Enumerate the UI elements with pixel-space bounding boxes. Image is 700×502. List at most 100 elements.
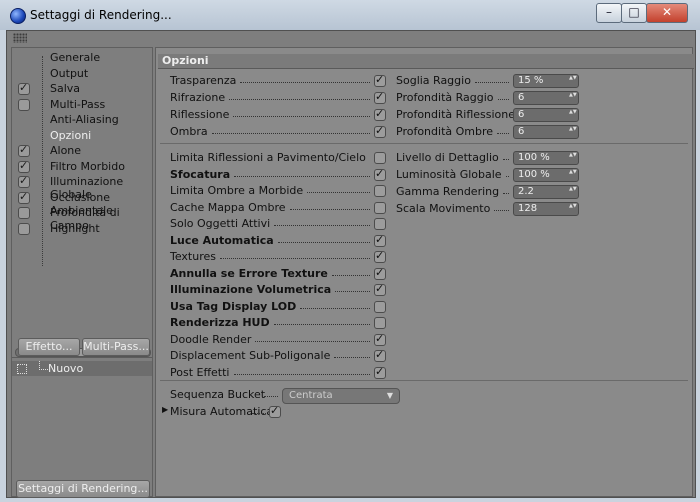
option-label: Luce Automatica — [170, 233, 274, 247]
value-row: Profondità Ombre 6 ▲▼ — [396, 125, 579, 140]
option-checkbox[interactable] — [374, 300, 386, 313]
option-checkbox[interactable] — [374, 332, 386, 346]
option-checkbox[interactable] — [374, 348, 386, 362]
sidebar-item-label: Anti-Aliasing — [50, 113, 119, 126]
value-row: Profondità Raggio 6 ▲▼ — [396, 91, 579, 106]
sidebar-item-checkbox[interactable] — [18, 81, 30, 95]
sidebar-item-checkbox[interactable] — [18, 98, 30, 111]
sidebar-item-label: Filtro Morbido — [50, 159, 125, 173]
option-checkbox[interactable] — [374, 73, 386, 87]
value-row: Scala Movimento 128 ▲▼ — [396, 202, 579, 217]
sidebar-item[interactable]: Anti-Aliasing — [12, 112, 152, 127]
value-spinner[interactable]: 6 ▲▼ — [513, 125, 579, 139]
sidebar-item[interactable]: Alone — [12, 143, 152, 158]
sidebar-item[interactable]: Filtro Morbido — [12, 159, 152, 174]
value-label: Profondità Ombre — [396, 125, 494, 138]
section-title-opzioni: Opzioni — [158, 54, 694, 69]
spinner-arrows-icon[interactable]: ▲▼ — [569, 203, 577, 209]
sidebar-item[interactable]: Illuminazione Globale — [12, 174, 152, 201]
maximize-button[interactable]: □ — [621, 3, 647, 23]
sidebar-item[interactable]: Multi-Pass — [12, 97, 152, 112]
option-label: Annulla se Errore Texture — [170, 266, 328, 280]
value-spinner[interactable]: 100 % ▲▼ — [513, 168, 579, 182]
option-checkbox[interactable] — [374, 249, 386, 263]
dots — [252, 413, 266, 414]
option-row: Doodle Render — [170, 332, 388, 348]
spinner-arrows-icon[interactable]: ▲▼ — [569, 109, 577, 115]
sidebar-item[interactable]: Output — [12, 66, 152, 81]
auto-size-checkbox[interactable] — [269, 404, 281, 418]
close-button[interactable]: ✕ — [646, 3, 688, 23]
sidebar-item[interactable]: Profondità di Campo — [12, 205, 152, 232]
sidebar-item[interactable]: Highlight — [12, 221, 152, 236]
render-settings-button[interactable]: Settaggi di Rendering... — [16, 480, 150, 498]
option-label: Usa Tag Display LOD — [170, 299, 297, 313]
value-spinner[interactable]: 128 ▲▼ — [513, 202, 579, 216]
value-spinner[interactable]: 6 ▲▼ — [513, 108, 579, 122]
dots — [278, 241, 370, 243]
close-icon: ✕ — [661, 5, 673, 19]
option-row: Annulla se Errore Texture — [170, 266, 388, 282]
dots — [290, 208, 370, 210]
dots — [335, 291, 370, 292]
spinner-arrows-icon[interactable]: ▲▼ — [569, 186, 577, 192]
option-label: Cache Mappa Ombre — [170, 200, 286, 214]
option-checkbox[interactable] — [374, 266, 386, 280]
spinner-arrows-icon[interactable]: ▲▼ — [569, 152, 577, 158]
option-row: Sfocatura — [170, 167, 388, 183]
dots — [498, 99, 509, 100]
value-label: Soglia Raggio — [396, 74, 471, 87]
effetto-button[interactable]: Effetto... — [18, 338, 80, 356]
option-checkbox[interactable] — [374, 365, 386, 379]
option-checkbox[interactable] — [374, 218, 386, 230]
value-label: Profondità Raggio — [396, 91, 494, 104]
option-checkbox[interactable] — [374, 167, 386, 181]
dots — [475, 82, 509, 83]
grip-icon[interactable] — [13, 33, 27, 43]
bucket-sequence-select[interactable]: Centrata ▼ — [282, 388, 400, 404]
dots — [233, 116, 370, 117]
option-label: Textures — [170, 250, 216, 263]
render-setting-item-nuovo[interactable]: Nuovo — [12, 361, 152, 376]
sidebar-item[interactable]: Salva — [12, 81, 152, 96]
value-spinner[interactable]: 6 ▲▼ — [513, 91, 579, 105]
option-checkbox[interactable] — [374, 107, 386, 121]
option-checkbox[interactable] — [374, 185, 386, 197]
value-spinner[interactable]: 15 % ▲▼ — [513, 74, 579, 88]
sidebar-item-checkbox[interactable] — [18, 174, 30, 188]
spinner-arrows-icon[interactable]: ▲▼ — [569, 169, 577, 175]
spinner-arrows-icon[interactable]: ▲▼ — [569, 75, 577, 81]
option-checkbox[interactable] — [374, 124, 386, 138]
option-row: Rifrazione — [170, 90, 388, 106]
option-checkbox[interactable] — [374, 282, 386, 296]
expand-triangle-icon[interactable]: ▶ — [162, 405, 168, 414]
option-checkbox[interactable] — [374, 317, 386, 329]
minimize-button[interactable]: – — [596, 3, 622, 23]
maximize-icon: □ — [628, 5, 640, 19]
sidebar-item-checkbox[interactable] — [18, 190, 30, 204]
value-spinner[interactable]: 100 % ▲▼ — [513, 151, 579, 165]
value-spinner[interactable]: 2.2 ▲▼ — [513, 185, 579, 199]
sidebar-item-checkbox[interactable] — [18, 159, 30, 173]
render-settings-window: Settaggi di Rendering... – □ ✕ Generale O… — [0, 0, 700, 502]
option-row: Trasparenza — [170, 73, 388, 89]
sidebar-item-checkbox[interactable] — [18, 207, 30, 219]
sidebar-item[interactable]: Occlusione Ambientale — [12, 190, 152, 217]
bucket-sequence-row: Sequenza Bucket Centrata ▼ — [170, 388, 400, 404]
option-checkbox[interactable] — [374, 90, 386, 104]
option-checkbox[interactable] — [374, 152, 386, 164]
sidebar-item-checkbox[interactable] — [18, 222, 30, 235]
option-checkbox[interactable] — [374, 201, 386, 214]
dots — [234, 373, 370, 375]
title-bar[interactable]: Settaggi di Rendering... – □ ✕ — [0, 0, 700, 30]
sidebar-item[interactable]: Opzioni — [12, 128, 152, 143]
multipass-button[interactable]: Multi-Pass... — [82, 338, 150, 356]
sidebar-item[interactable]: Generale — [12, 50, 152, 65]
option-checkbox[interactable] — [374, 233, 386, 247]
option-row: Limita Ombre a Morbide — [170, 184, 388, 199]
spinner-arrows-icon[interactable]: ▲▼ — [569, 126, 577, 132]
value-row: Gamma Rendering 2.2 ▲▼ — [396, 185, 579, 200]
spinner-value: 15 % — [518, 75, 544, 86]
spinner-arrows-icon[interactable]: ▲▼ — [569, 92, 577, 98]
sidebar-item-checkbox[interactable] — [18, 143, 30, 157]
